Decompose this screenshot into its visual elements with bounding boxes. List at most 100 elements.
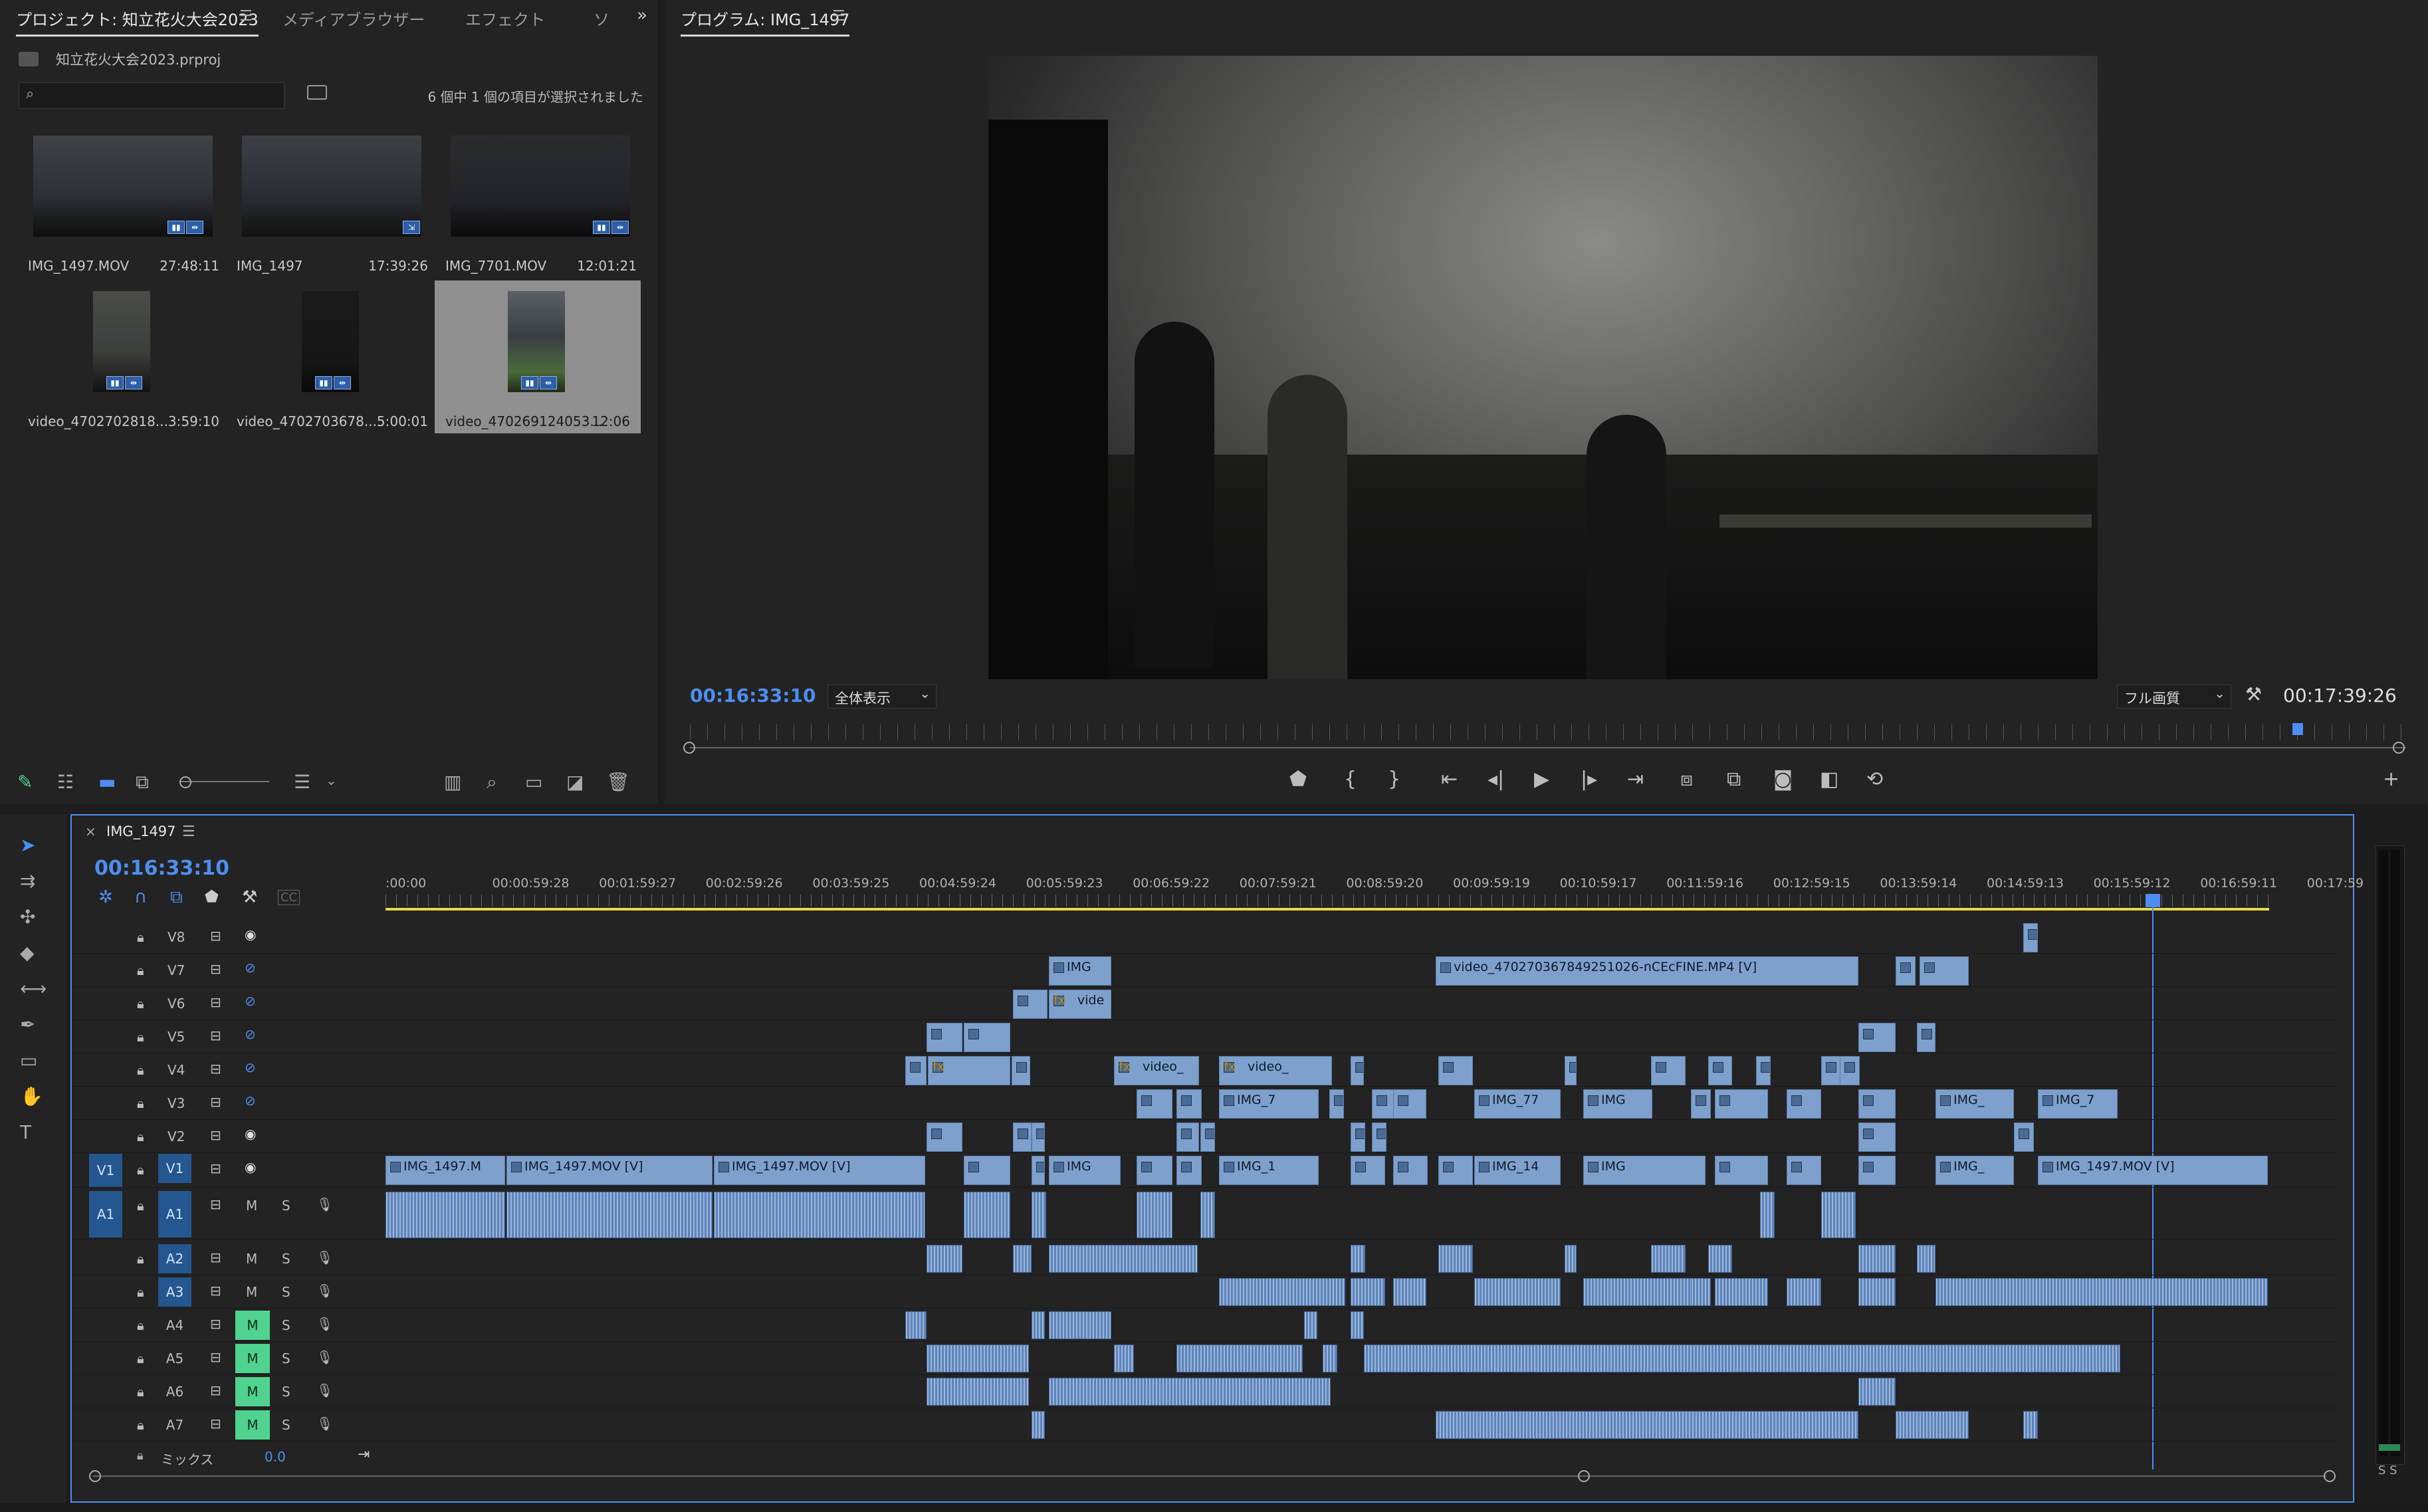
new-item-icon[interactable]: ◪ xyxy=(566,771,584,793)
audio-clip[interactable] xyxy=(1787,1278,1821,1306)
video-clip[interactable]: IMG_1497.MOV [V] xyxy=(714,1156,925,1185)
step-forward-icon[interactable]: |▸ xyxy=(1581,768,1597,791)
track-target-a6[interactable]: A6 xyxy=(158,1377,191,1406)
lock-icon[interactable]: 🔒︎ xyxy=(137,1062,144,1078)
tab-project[interactable]: プロジェクト: 知立花火大会2023 xyxy=(16,7,259,37)
audio-clip[interactable] xyxy=(1917,1245,1935,1273)
video-clip[interactable]: IMG xyxy=(1049,1156,1121,1185)
mic-icon[interactable]: 🎙︎ xyxy=(316,1416,333,1432)
audio-clip[interactable] xyxy=(1351,1278,1385,1306)
eye-icon[interactable]: ◉ xyxy=(245,1159,256,1175)
mute-button[interactable]: M xyxy=(235,1344,270,1373)
track-target-a1[interactable]: A1 xyxy=(158,1191,191,1238)
button-editor-icon[interactable]: ⟲ xyxy=(1866,768,1883,791)
audio-clip[interactable] xyxy=(1438,1245,1473,1273)
lock-icon[interactable]: 🔒︎ xyxy=(137,1251,144,1267)
track-select-icon[interactable]: ⇉ xyxy=(20,870,35,892)
zoom-slider-handle[interactable] xyxy=(179,776,191,788)
eye-icon[interactable]: ⊘ xyxy=(245,1026,256,1042)
video-clip[interactable] xyxy=(1012,1056,1030,1085)
tab-effects[interactable]: エフェクト xyxy=(465,7,545,30)
video-clip[interactable]: IMG_1497.M xyxy=(386,1156,505,1185)
rectangle-icon[interactable]: ▭ xyxy=(20,1049,37,1071)
mic-icon[interactable]: 🎙︎ xyxy=(316,1196,333,1212)
lock-icon[interactable]: 🔒︎ xyxy=(137,1198,144,1214)
track-target-a3[interactable]: A3 xyxy=(158,1277,191,1307)
project-item[interactable]: ▮▮ ⇹ video_4702702818... 3:59:10 xyxy=(24,287,223,439)
search-input[interactable]: ⌕ xyxy=(19,82,284,109)
work-area-bar[interactable] xyxy=(386,908,2269,911)
pencil-icon[interactable]: ✎ xyxy=(17,771,33,793)
mic-icon[interactable]: 🎙︎ xyxy=(316,1249,333,1265)
track-target-a4[interactable]: A4 xyxy=(158,1311,191,1340)
program-current-timecode[interactable]: 00:16:33:10 xyxy=(690,685,816,706)
audio-clip[interactable] xyxy=(1715,1278,1768,1306)
track-name-v8[interactable]: V8 xyxy=(167,929,185,945)
audio-clip[interactable] xyxy=(714,1192,925,1238)
mic-icon[interactable]: 🎙︎ xyxy=(316,1316,333,1332)
video-clip[interactable] xyxy=(1787,1156,1821,1185)
project-item[interactable]: ⇲ IMG_1497 17:39:26 xyxy=(233,132,432,283)
video-clip[interactable]: IMG xyxy=(1583,1156,1706,1185)
video-clip[interactable] xyxy=(1715,1089,1768,1119)
panel-menu-icon[interactable]: ☰ xyxy=(832,8,845,25)
solo-button[interactable]: S xyxy=(282,1350,290,1366)
video-clip[interactable] xyxy=(1858,1023,1896,1052)
audio-clip[interactable] xyxy=(964,1192,1010,1238)
audio-clip[interactable] xyxy=(1935,1278,2268,1306)
toggle-sync-lock-icon[interactable]: ⊟ xyxy=(210,1027,221,1043)
play-icon[interactable]: ▶ xyxy=(1534,768,1549,791)
insert-icon[interactable]: ⧈ xyxy=(1680,768,1693,791)
camera-icon[interactable]: ◙ xyxy=(1773,768,1793,791)
hand-icon[interactable]: ✋ xyxy=(20,1085,43,1107)
mute-button[interactable]: M xyxy=(246,1198,257,1214)
trash-icon[interactable]: 🗑︎ xyxy=(606,771,630,793)
audio-clip[interactable] xyxy=(1219,1278,1345,1306)
lock-icon[interactable]: 🔒︎ xyxy=(137,1095,144,1111)
linked-selection-icon[interactable]: ⧉ xyxy=(170,887,183,908)
mark-out-icon[interactable]: } xyxy=(1388,768,1400,791)
razor-icon[interactable]: ◆ xyxy=(20,942,35,964)
project-item[interactable]: ▮▮ ⇹ IMG_7701.MOV 12:01:21 xyxy=(441,132,641,283)
ripple-edit-icon[interactable]: ✣ xyxy=(20,906,35,928)
audio-clip[interactable] xyxy=(927,1245,962,1273)
video-clip[interactable] xyxy=(964,1156,1010,1185)
snap-icon[interactable]: ∩ xyxy=(134,887,147,907)
video-clip[interactable] xyxy=(1137,1156,1172,1185)
ruler-ticks[interactable] xyxy=(386,895,2269,907)
video-clip[interactable] xyxy=(1691,1089,1711,1119)
mic-icon[interactable]: 🎙︎ xyxy=(316,1349,333,1365)
panel-menu-icon[interactable]: ☰ xyxy=(182,823,195,840)
program-time-ruler[interactable] xyxy=(690,724,2406,740)
freeform-view-icon[interactable]: ⧉ xyxy=(136,771,149,794)
lock-icon[interactable]: 🔒︎ xyxy=(137,1317,144,1333)
icon-view-icon[interactable]: ▬ xyxy=(98,771,116,793)
solo-button[interactable]: S xyxy=(282,1198,290,1214)
video-clip[interactable] xyxy=(927,1123,962,1152)
mute-button[interactable]: M xyxy=(235,1311,270,1340)
video-clip[interactable] xyxy=(1787,1089,1821,1119)
video-clip[interactable] xyxy=(1372,1089,1394,1119)
track-name-v6[interactable]: V6 xyxy=(167,996,185,1012)
mute-button[interactable]: M xyxy=(235,1410,270,1440)
video-clip[interactable]: IMG_1497.MOV [V] xyxy=(506,1156,713,1185)
video-clip[interactable] xyxy=(1393,1156,1428,1185)
mute-button[interactable]: M xyxy=(246,1284,257,1300)
audio-clip[interactable] xyxy=(927,1345,1029,1372)
toggle-sync-lock-icon[interactable]: ⊟ xyxy=(210,1382,221,1398)
audio-clip[interactable] xyxy=(1691,1278,1711,1306)
video-clip[interactable] xyxy=(1200,1123,1215,1152)
audio-clip[interactable] xyxy=(1474,1278,1561,1306)
toggle-sync-lock-icon[interactable]: ⊟ xyxy=(210,1196,221,1212)
video-clip[interactable] xyxy=(1756,1056,1771,1085)
audio-clip[interactable] xyxy=(1049,1245,1198,1273)
selection-tool-icon[interactable]: ➤ xyxy=(20,834,35,856)
scroll-start-handle[interactable] xyxy=(683,742,695,754)
audio-clip[interactable] xyxy=(1032,1411,1045,1439)
sort-icon[interactable]: ☰ xyxy=(294,771,310,793)
chevron-down-icon[interactable]: ⌄ xyxy=(326,772,337,788)
video-clip[interactable] xyxy=(1565,1056,1577,1085)
scroll-end-handle[interactable] xyxy=(2324,1470,2336,1482)
video-clip[interactable] xyxy=(1351,1056,1364,1085)
lock-icon[interactable]: 🔒︎ xyxy=(137,1350,144,1366)
